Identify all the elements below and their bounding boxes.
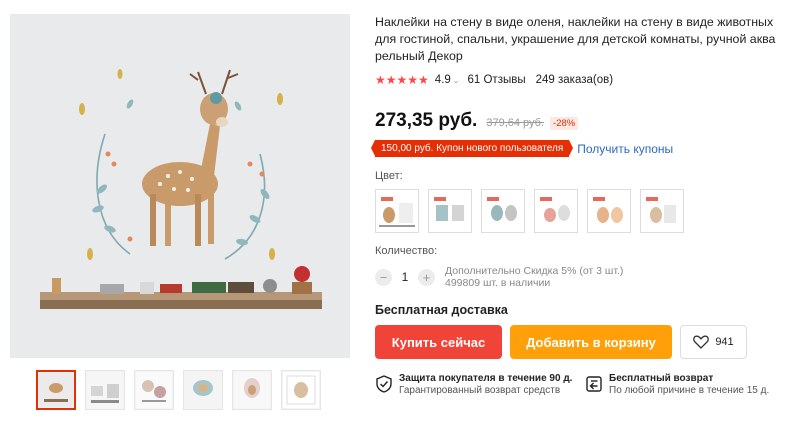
- quantity-label: Количество:: [375, 245, 438, 257]
- get-coupons-link[interactable]: Получить купоны: [577, 142, 673, 156]
- orders-count: 249 заказа(ов): [535, 74, 614, 86]
- wishlist-button[interactable]: 941: [680, 325, 747, 359]
- free-return-subtitle: По любой причине в течение 15 д.: [609, 385, 770, 396]
- action-buttons: Купить сейчас Добавить в корзину 941: [375, 325, 795, 359]
- quantity-stepper: − 1 + Дополнительно Скидка 5% (от 3 шт.)…: [375, 265, 795, 289]
- thumbnail-6[interactable]: [281, 370, 321, 410]
- rating-row: ★★★★★ 4.9 ⌄ 61 Отзывы 249 заказа(ов): [375, 72, 795, 88]
- color-option-4[interactable]: [534, 189, 578, 233]
- color-option-3[interactable]: [481, 189, 525, 233]
- color-label: Цвет:: [375, 170, 403, 182]
- coupon-tag: 150,00 руб. Купон нового пользователя: [370, 140, 574, 157]
- product-info: Наклейки на стену в виде оленя, наклейки…: [370, 14, 795, 397]
- shield-check-icon: [376, 375, 392, 393]
- buyer-protection[interactable]: Защита покупателя в течение 90 д. Гарант…: [375, 373, 585, 397]
- bulk-discount-text: Дополнительно Скидка 5% (от 3 шт.): [445, 265, 624, 277]
- thumbnail-3[interactable]: [134, 370, 174, 410]
- color-option-6[interactable]: [640, 189, 684, 233]
- heart-icon: [693, 335, 710, 349]
- rating-stars: ★★★★★: [375, 73, 429, 87]
- thumbnail-4[interactable]: [183, 370, 223, 410]
- color-option-1[interactable]: [375, 189, 419, 233]
- thumbnail-strip: [36, 370, 321, 410]
- chevron-down-icon[interactable]: ⌄: [453, 76, 460, 85]
- wishlist-count: 941: [715, 336, 734, 348]
- color-option-2[interactable]: [428, 189, 472, 233]
- rating-value[interactable]: 4.9: [435, 74, 451, 86]
- buy-now-button[interactable]: Купить сейчас: [375, 325, 502, 359]
- discount-badge: -28%: [550, 117, 579, 130]
- price-row: 273,35 руб. 379,64 руб. -28%: [375, 110, 795, 132]
- color-swatches: [375, 189, 795, 233]
- reviews-link[interactable]: 61 Отзывы: [468, 74, 526, 86]
- old-price: 379,64 руб.: [486, 117, 545, 129]
- stock-count-text: 499809 шт. в наличии: [445, 277, 551, 289]
- stock-info: Дополнительно Скидка 5% (от 3 шт.) 49980…: [445, 265, 623, 289]
- shipping-label: Бесплатная доставка: [375, 303, 508, 317]
- buyer-protection-subtitle: Гарантированный возврат средств: [399, 385, 561, 396]
- return-icon: [586, 376, 602, 392]
- thumbnail-1[interactable]: [36, 370, 76, 410]
- current-price: 273,35 руб.: [375, 110, 478, 131]
- thumbnail-2[interactable]: [85, 370, 125, 410]
- product-title: Наклейки на стену в виде оленя, наклейки…: [375, 15, 776, 63]
- coupon-row: 150,00 руб. Купон нового пользователя По…: [370, 140, 795, 157]
- color-option-5[interactable]: [587, 189, 631, 233]
- buyer-protection-title: Защита покупателя в течение 90 д.: [399, 373, 573, 384]
- main-product-image[interactable]: [10, 14, 350, 358]
- thumbnail-5[interactable]: [232, 370, 272, 410]
- free-return-title: Бесплатный возврат: [609, 373, 714, 384]
- quantity-input[interactable]: 1: [392, 270, 418, 284]
- add-to-cart-button[interactable]: Добавить в корзину: [510, 325, 672, 359]
- quantity-decrease-button[interactable]: −: [375, 268, 392, 286]
- free-return[interactable]: Бесплатный возврат По любой причине в те…: [585, 373, 795, 397]
- guarantees: Защита покупателя в течение 90 д. Гарант…: [375, 373, 795, 397]
- quantity-increase-button[interactable]: +: [418, 268, 435, 286]
